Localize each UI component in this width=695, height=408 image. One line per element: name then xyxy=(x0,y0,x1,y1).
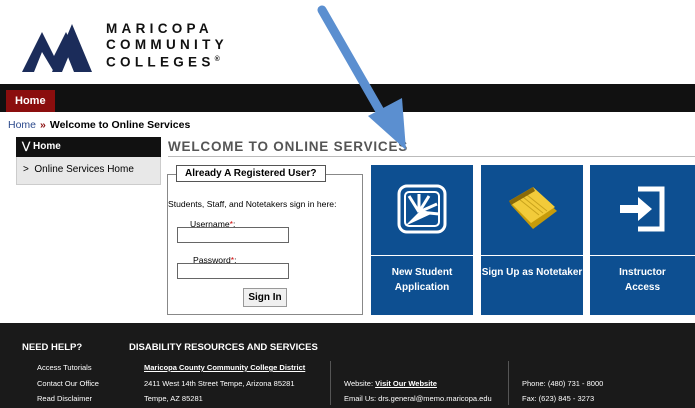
tile-label-line-1: Sign Up as Notetaker xyxy=(481,267,583,278)
instructor-access-tile[interactable]: Instructor Access xyxy=(590,165,695,315)
tile-label: Sign Up as Notetaker xyxy=(481,265,583,280)
visit-website-link[interactable]: Visit Our Website xyxy=(375,379,437,388)
footer-divider xyxy=(330,361,331,405)
sidebar-header[interactable]: ⋁ Home xyxy=(16,137,161,157)
maricopa-logo-icon[interactable] xyxy=(22,20,100,72)
access-tutorials-link[interactable]: Access Tutorials xyxy=(37,363,92,372)
sidebar-item-online-services-home[interactable]: > Online Services Home xyxy=(16,157,161,185)
site-footer: NEED HELP? Access Tutorials Contact Our … xyxy=(0,323,695,408)
tile-label-line-2: Access xyxy=(624,282,661,293)
address-line-1: 2411 West 14th Street Tempe, Arizona 852… xyxy=(144,379,295,388)
password-input[interactable] xyxy=(177,263,289,279)
tile-label-line-2: Application xyxy=(394,282,450,293)
sidebar: ⋁ Home > Online Services Home xyxy=(16,137,161,185)
tile-label-line-1: Instructor xyxy=(619,267,666,278)
breadcrumb-separator: » xyxy=(40,119,46,131)
tile-divider xyxy=(590,255,695,256)
chevron-right-icon: > xyxy=(23,164,29,175)
page-title: WELCOME TO ONLINE SERVICES xyxy=(168,139,409,154)
registered-mark: ® xyxy=(214,56,220,63)
nav-tab-home[interactable]: Home xyxy=(6,90,55,112)
tile-divider xyxy=(481,255,583,256)
drs-heading: DISABILITY RESOURCES AND SERVICES xyxy=(129,342,318,353)
username-input[interactable] xyxy=(177,227,289,243)
double-chevron-down-icon: ⋁ xyxy=(22,141,31,152)
title-divider xyxy=(168,156,695,157)
sign-in-button[interactable]: Sign In xyxy=(243,288,287,307)
new-student-application-tile[interactable]: New Student Application xyxy=(371,165,473,315)
district-link[interactable]: Maricopa County Community College Distri… xyxy=(144,363,305,372)
phone-line: Phone: (480) 731 - 8000 xyxy=(522,379,604,388)
logo-line-2: COMMUNITY xyxy=(106,36,228,52)
main-nav: Home xyxy=(0,84,695,112)
breadcrumb-home[interactable]: Home xyxy=(8,119,36,131)
sign-up-notetaker-tile[interactable]: Sign Up as Notetaker xyxy=(481,165,583,315)
sidebar-header-label: Home xyxy=(32,141,61,152)
sunrise-icon xyxy=(397,184,447,234)
address-line-2: Tempe, AZ 85281 xyxy=(144,394,203,403)
tile-label: New Student Application xyxy=(371,265,473,295)
help-heading: NEED HELP? xyxy=(22,342,83,353)
email-line[interactable]: Email Us: drs.general@memo.maricopa.edu xyxy=(344,394,492,403)
logo-line-1: MARICOPA xyxy=(106,21,213,36)
logo-line-3: COLLEGES xyxy=(106,54,215,70)
contact-office-link[interactable]: Contact Our Office xyxy=(37,379,99,388)
tile-label: Instructor Access xyxy=(590,265,695,295)
tile-divider xyxy=(371,255,473,256)
breadcrumb-current: Welcome to Online Services xyxy=(49,119,191,131)
website-label: Website: xyxy=(344,379,376,388)
footer-divider xyxy=(508,361,509,405)
sidebar-item-label: Online Services Home xyxy=(34,164,134,175)
login-box: Already A Registered User? Students, Sta… xyxy=(167,165,363,315)
website-line: Website: Visit Our Website xyxy=(344,379,437,388)
notepad-icon xyxy=(509,187,557,229)
login-intro-text: Students, Staff, and Notetakers sign in … xyxy=(168,199,337,209)
fax-line: Fax: (623) 845 - 3273 xyxy=(522,394,595,403)
site-header: MARICOPA COMMUNITY COLLEGES® xyxy=(0,0,695,84)
read-disclaimer-link[interactable]: Read Disclaimer xyxy=(37,394,92,403)
breadcrumb: Home » Welcome to Online Services xyxy=(8,119,190,131)
login-legend: Already A Registered User? xyxy=(176,165,326,182)
logo-wordmark[interactable]: MARICOPA COMMUNITY COLLEGES® xyxy=(106,21,228,70)
login-icon xyxy=(620,186,665,232)
tile-label-line-1: New Student xyxy=(391,267,453,278)
page: MARICOPA COMMUNITY COLLEGES® Home Home» W… xyxy=(0,0,695,408)
